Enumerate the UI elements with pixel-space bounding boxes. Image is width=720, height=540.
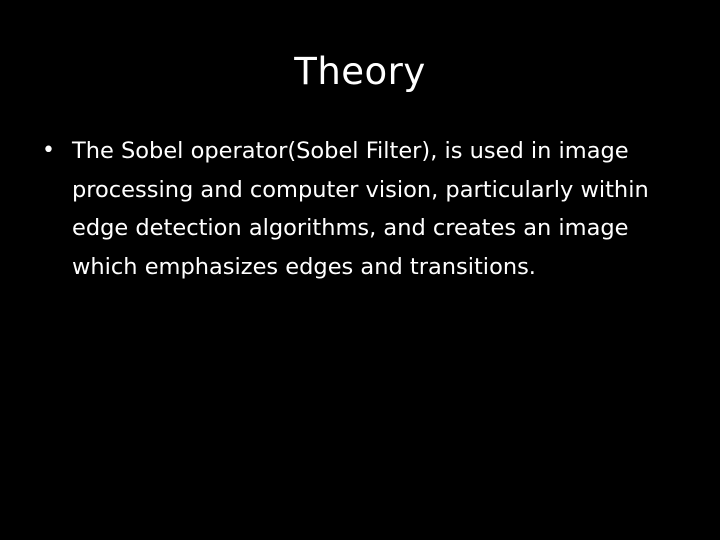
slide-title: Theory <box>294 50 426 93</box>
bullet-list: • The Sobel operator(Sobel Filter), is u… <box>42 132 682 286</box>
bullet-text: The Sobel operator(Sobel Filter), is use… <box>72 138 649 280</box>
bullet-marker: • <box>42 138 55 163</box>
slide: Theory • The Sobel operator(Sobel Filter… <box>0 0 720 540</box>
bullet-item: • The Sobel operator(Sobel Filter), is u… <box>42 132 682 286</box>
